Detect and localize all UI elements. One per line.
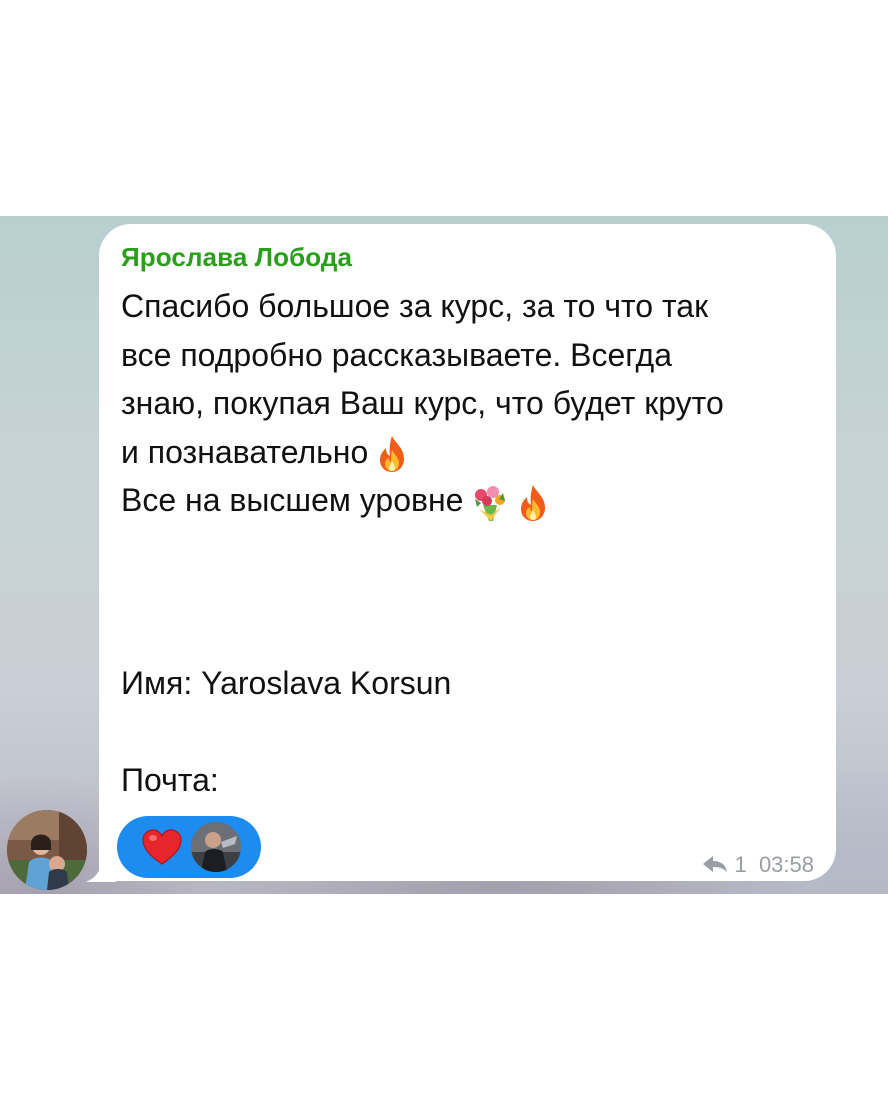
reaction-user-avatar[interactable] — [191, 822, 241, 872]
avatar-image — [7, 810, 87, 890]
message-line: все подробно рассказываете. Всегда — [121, 336, 672, 373]
message-time: 03:58 — [758, 852, 814, 877]
name-field: Имя: Yaroslava Korsun — [121, 665, 452, 701]
reaction-pill[interactable] — [117, 816, 261, 878]
fire-icon — [380, 436, 405, 473]
chat-background: Ярослава Лобода Спасибо большое за курс,… — [0, 216, 888, 894]
email-field-label: Почта: — [121, 762, 219, 798]
bouquet-icon — [475, 485, 506, 521]
message-line: Спасибо большое за курс, за то что так — [121, 288, 709, 324]
sender-name[interactable]: Ярослава Лобода — [121, 242, 352, 273]
message-line-text: и познавательно — [121, 433, 369, 470]
message-line-text: Все на высшем уровне — [121, 482, 464, 518]
reply-arrow-icon — [703, 856, 728, 872]
message-line-with-emoji: и познавательно — [121, 428, 821, 477]
sender-avatar[interactable] — [7, 810, 87, 890]
avatar-image — [191, 822, 241, 872]
bubble-tail — [86, 856, 116, 882]
message-text: Спасибо большое за курс, за то что так в… — [121, 282, 821, 525]
message-line-with-emoji: Все на высшем уровне — [121, 476, 821, 525]
screenshot: Ярослава Лобода Спасибо большое за курс,… — [0, 0, 888, 1110]
message-bubble[interactable]: Ярослава Лобода Спасибо большое за курс,… — [99, 224, 836, 881]
message-line: знаю, покупая Ваш курс, что будет круто — [121, 385, 724, 421]
fire-icon — [521, 484, 546, 521]
heart-icon[interactable] — [141, 828, 183, 866]
message-meta: 1 03:58 — [702, 852, 814, 878]
reply-count: 1 — [734, 852, 747, 877]
